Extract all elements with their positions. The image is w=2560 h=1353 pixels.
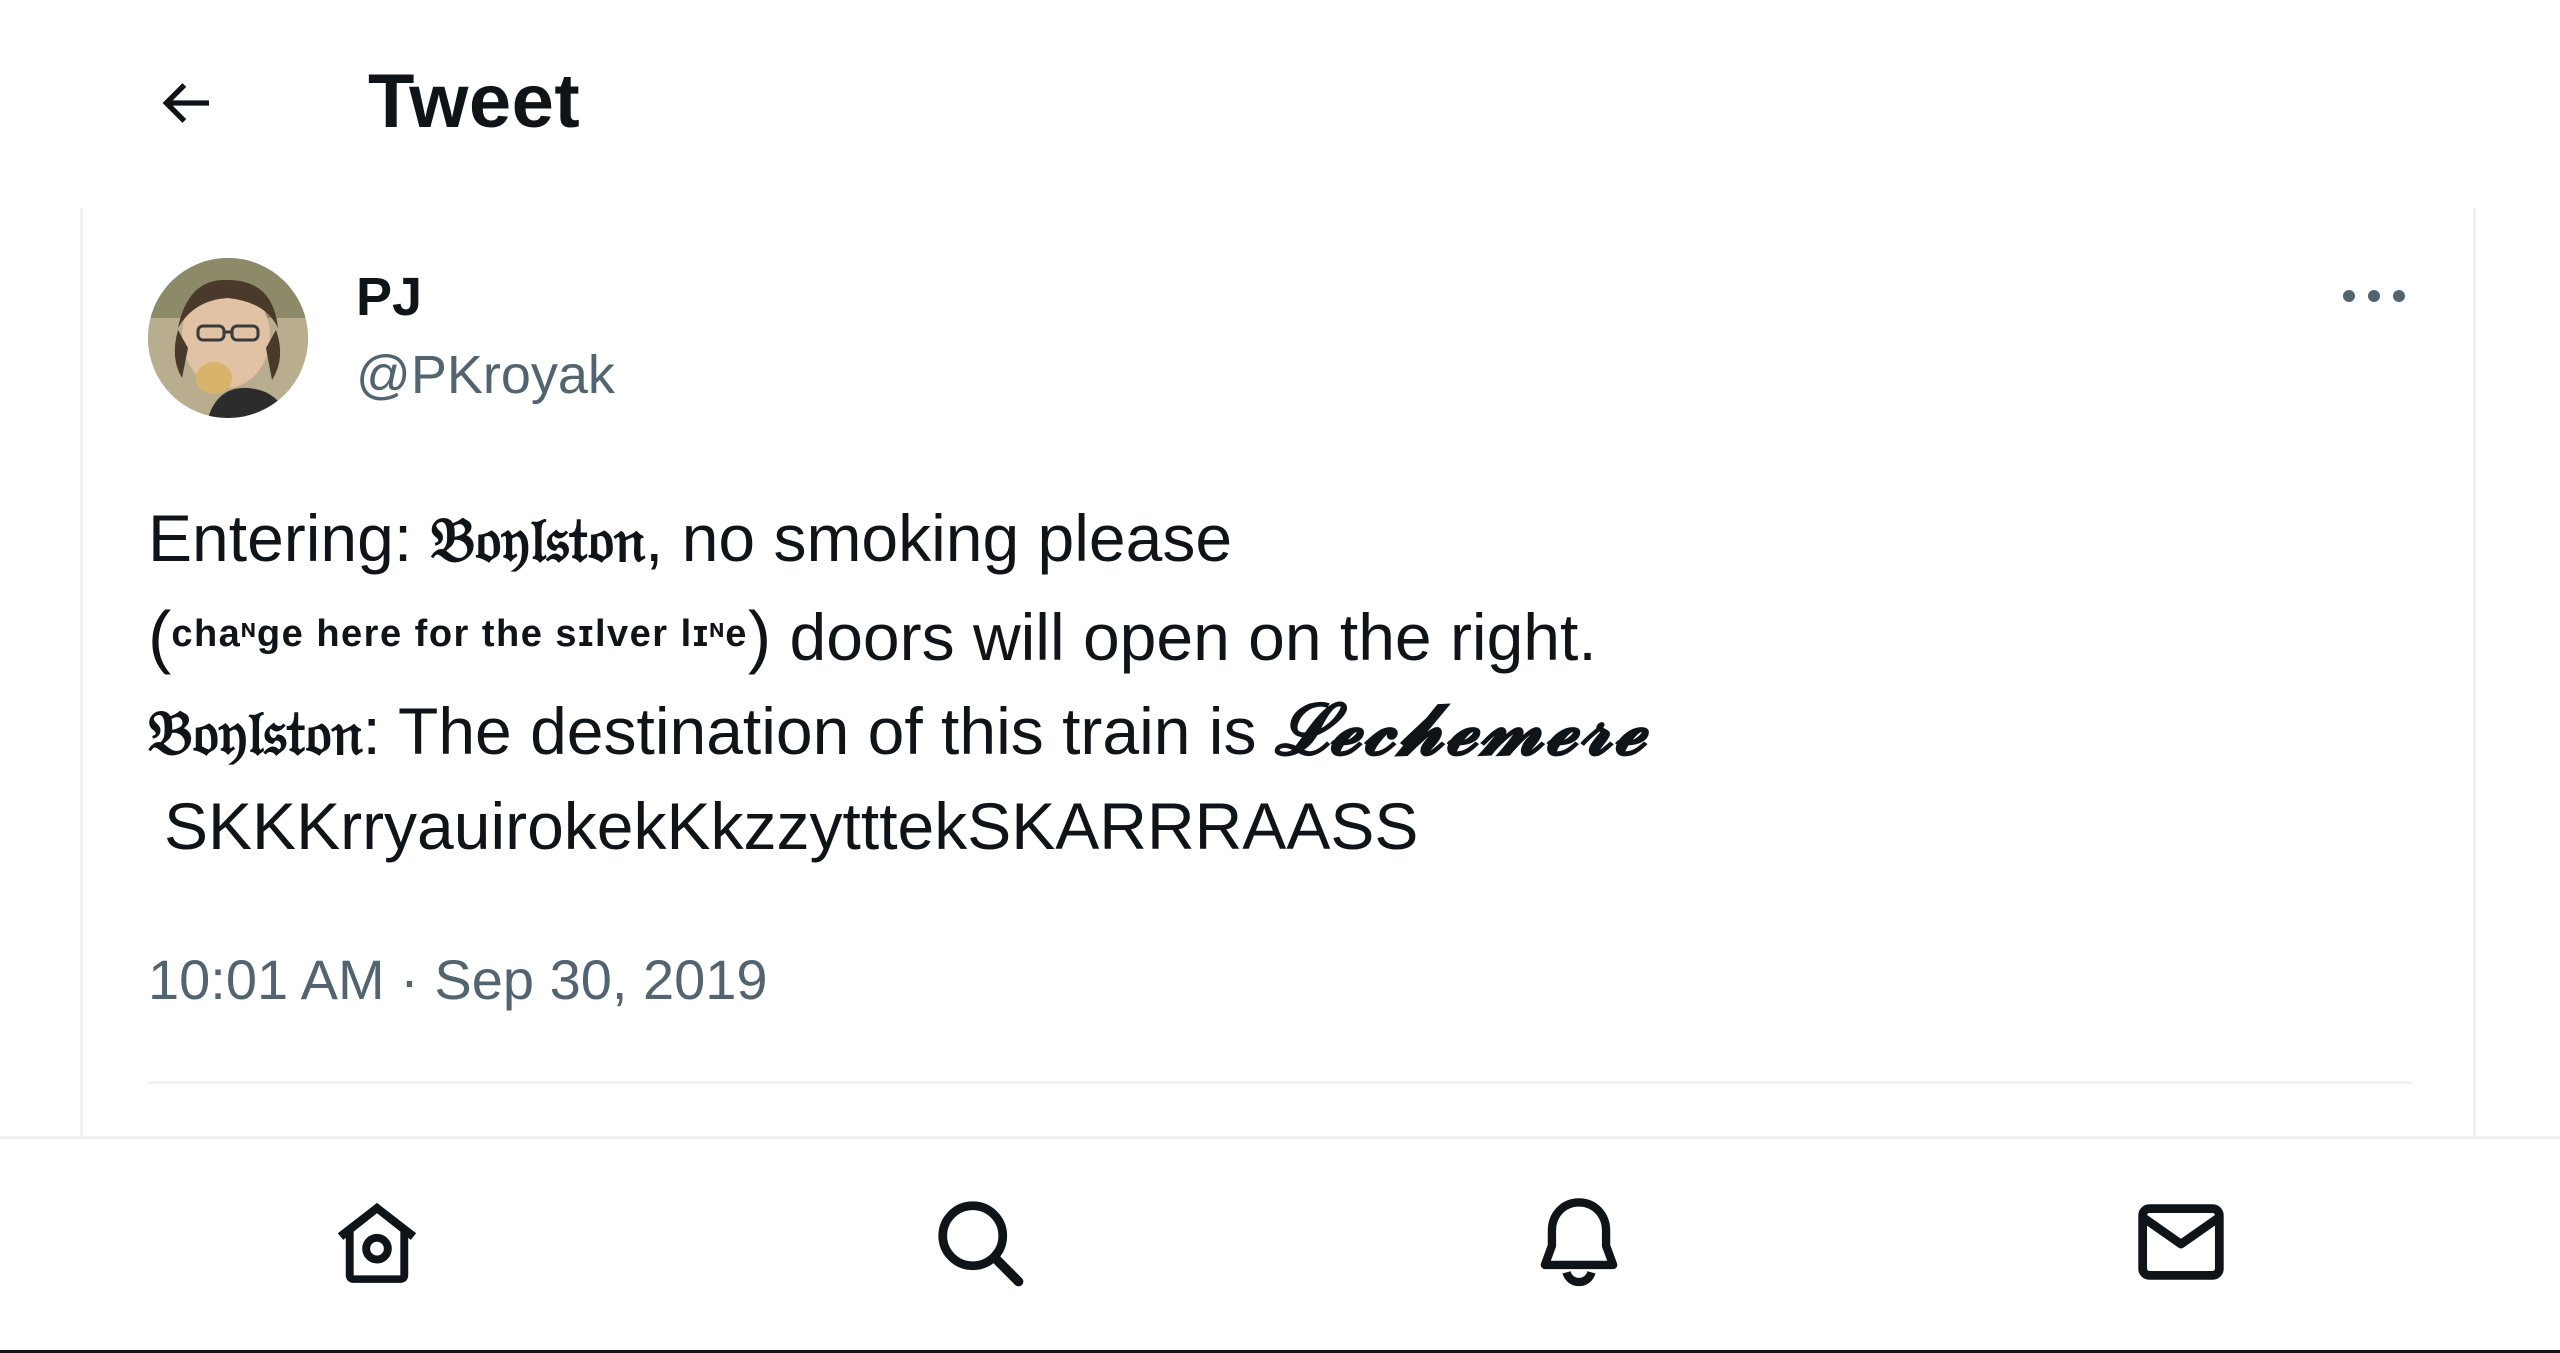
home-icon: [327, 1192, 427, 1297]
page-title: Tweet: [368, 59, 581, 144]
tweet-line: SKKKrryauirokekKkzzytttekSKARRRAASS: [148, 778, 2448, 874]
back-button[interactable]: [140, 60, 230, 150]
tweet-text-part-blackletter[interactable]: 𝔅𝔬𝔶𝔩𝔰𝔱𝔬𝔫: [431, 503, 646, 576]
tweet-line: 𝔅𝔬𝔶𝔩𝔰𝔱𝔬𝔫: The destination of this train …: [148, 682, 2448, 778]
author-name[interactable]: PJ: [356, 262, 422, 332]
tweet-text-part: : The destination of this train is: [362, 694, 1275, 768]
envelope-icon: [2131, 1192, 2231, 1297]
tweet-text-part: , no smoking please: [645, 501, 1233, 575]
nav-home[interactable]: [322, 1189, 432, 1299]
tweet-line: (chaᶰge here for the sɪlver lɪᶰe) doors …: [148, 586, 2448, 682]
avatar[interactable]: [148, 258, 308, 418]
tweet-text-part: SKKKrryauirokekKkzzytttekSKARRRAASS: [164, 789, 1419, 863]
nav-notifications[interactable]: [1524, 1189, 1634, 1299]
tweet-text-part: doors will open on the right.: [771, 600, 1597, 674]
more-options-button[interactable]: [2332, 268, 2416, 328]
search-icon: [929, 1192, 1029, 1297]
bell-icon: [1529, 1192, 1629, 1297]
author-handle[interactable]: @PKroyak: [356, 340, 615, 410]
tweet-text-part-script: 𝓛𝓮𝓬𝓱𝓮𝓶𝓮𝓻𝓮: [1274, 690, 1648, 770]
tweet-text-part: Entering:: [148, 501, 431, 575]
tweet-page: Tweet PJ @PKroyak Entering: 𝔅𝔬𝔶𝔩𝔰𝔱𝔬𝔫, no…: [0, 0, 2560, 1353]
top-header: Tweet: [0, 0, 2560, 205]
tweet-text-part: (: [148, 597, 172, 675]
bottom-nav: [0, 1136, 2560, 1353]
tweet-text-part-blackletter[interactable]: 𝔅𝔬𝔶𝔩𝔰𝔱𝔬𝔫: [148, 696, 363, 769]
tweet-timestamp[interactable]: 10:01 AM · Sep 30, 2019: [148, 940, 768, 1020]
more-horizontal-icon: [2339, 286, 2409, 311]
tweet-text-part: ): [747, 597, 772, 675]
nav-search[interactable]: [924, 1189, 1034, 1299]
nav-messages[interactable]: [2126, 1189, 2236, 1299]
tweet-line: Entering: 𝔅𝔬𝔶𝔩𝔰𝔱𝔬𝔫, no smoking please: [148, 490, 2448, 586]
tweet-text-part-small: chaᶰge here for the sɪlver lɪᶰe: [171, 613, 748, 655]
tweet-text: Entering: 𝔅𝔬𝔶𝔩𝔰𝔱𝔬𝔫, no smoking please (c…: [148, 490, 2448, 874]
arrow-left-icon: [153, 71, 217, 140]
divider: [148, 1081, 2412, 1084]
